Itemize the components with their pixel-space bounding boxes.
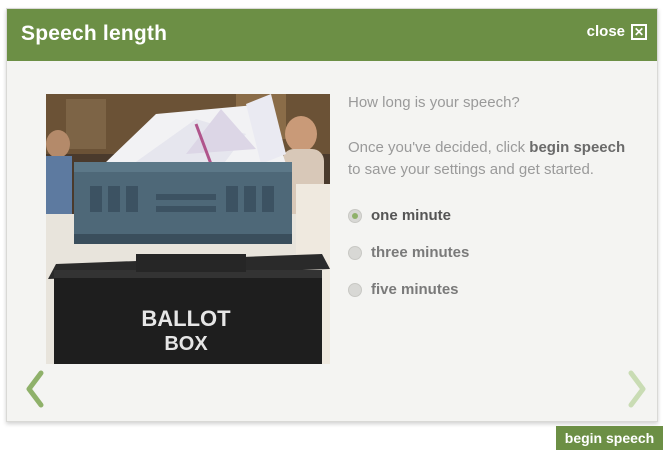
speech-settings: How long is your speech? Once you've dec… (348, 93, 638, 308)
close-label: close (586, 23, 625, 40)
ballot-box-photo: BALLOT BOX (46, 94, 330, 364)
option-label: three minutes (371, 244, 470, 261)
dialog-title: Speech length (21, 22, 168, 45)
instructions-part1: Once you've decided, click (348, 139, 530, 156)
ballot-label-line2: BOX (164, 333, 208, 355)
dialog-header: Speech length close ✕ (7, 9, 657, 61)
close-box-icon[interactable]: ✕ (631, 23, 647, 40)
chevron-right-icon (628, 370, 646, 408)
ballot-label-line1: BALLOT (141, 306, 231, 331)
radio-icon[interactable] (348, 208, 362, 223)
option-label: one minute (371, 207, 452, 224)
close-button[interactable]: close ✕ (587, 23, 647, 40)
chevron-left-icon (26, 370, 44, 408)
next-button[interactable] (625, 369, 649, 409)
speech-length-options: one minute three minutes five minutes (348, 197, 638, 308)
radio-icon[interactable] (348, 282, 362, 297)
option-five-minutes[interactable]: five minutes (348, 271, 638, 308)
speech-question: How long is your speech? (348, 94, 520, 111)
option-three-minutes[interactable]: three minutes (348, 234, 638, 271)
radio-icon[interactable] (348, 245, 362, 260)
begin-speech-button[interactable]: begin speech (556, 426, 663, 450)
option-one-minute[interactable]: one minute (348, 197, 638, 234)
option-label: five minutes (371, 281, 459, 298)
previous-button[interactable] (23, 369, 47, 409)
instructions-text: Once you've decided, click begin speech … (348, 137, 638, 181)
instructions-emphasis: begin speech (529, 139, 626, 156)
instructions-part2: to save your settings and get started. (348, 161, 594, 178)
speech-length-dialog: Speech length close ✕ BALLOT BOX How lon… (6, 8, 658, 422)
